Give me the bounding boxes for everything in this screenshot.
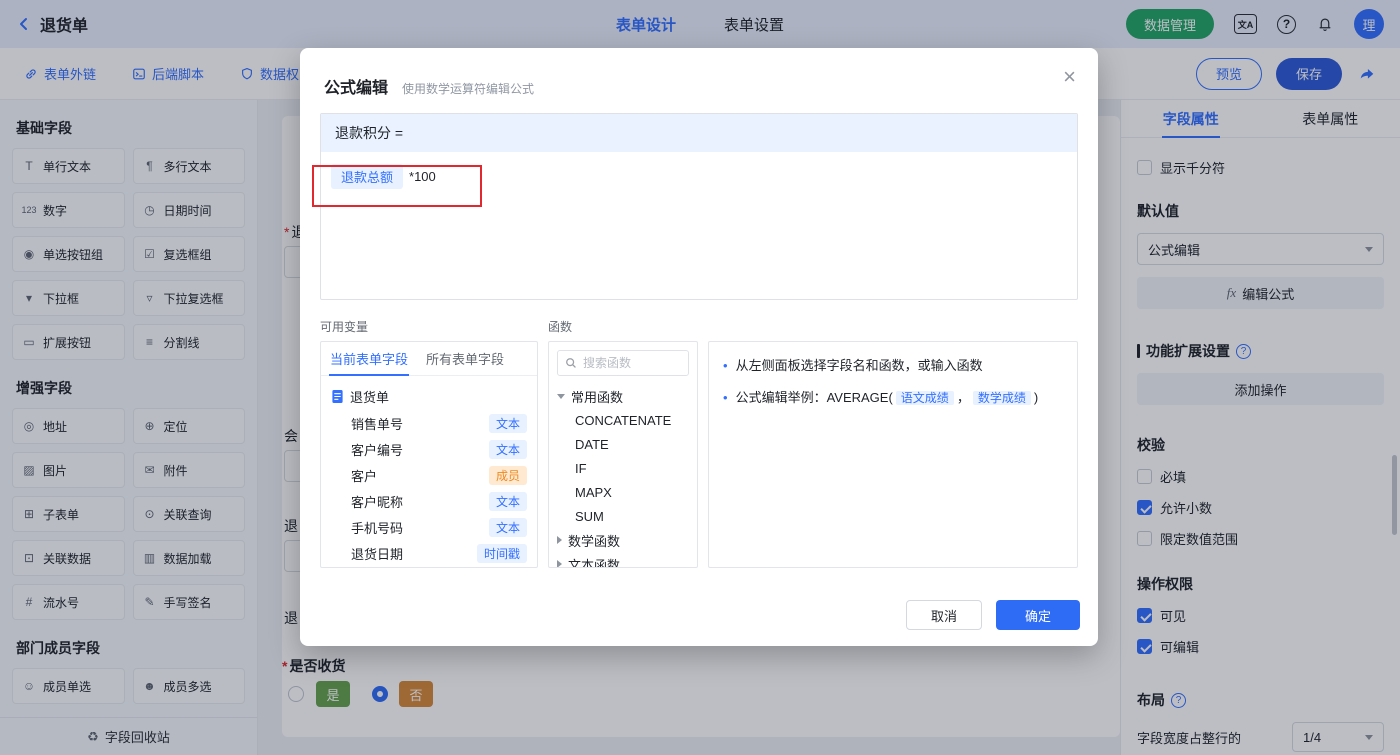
function-item-concatenate[interactable]: CONCATENATE <box>557 408 689 432</box>
example-comma: ， <box>956 390 970 405</box>
variable-row-customer-no[interactable]: 客户编号 文本 <box>331 436 527 462</box>
functions-title: 函数 <box>548 320 573 334</box>
formula-rest-text: *100 <box>409 169 436 184</box>
variable-name: 客户昵称 <box>351 494 404 510</box>
formula-target: 退款积分 = <box>321 114 1077 152</box>
function-group-label: 文本函数 <box>568 557 621 568</box>
function-group-math[interactable]: 数学函数 <box>557 528 689 552</box>
variable-name: 退货日期 <box>351 546 404 562</box>
tab-current-form-fields[interactable]: 当前表单字段 <box>321 342 417 376</box>
example-prefix: 公式编辑举例：AVERAGE( <box>735 390 893 405</box>
variable-row-phone-number[interactable]: 手机号码 文本 <box>331 514 527 540</box>
variables-title: 可用变量 <box>320 320 369 334</box>
function-group-label: 数学函数 <box>568 533 621 549</box>
field-chip-refund-total[interactable]: 退款总额 <box>331 164 404 189</box>
variable-name: 手机号码 <box>351 520 404 536</box>
example-field-chip[interactable]: 语文成绩 <box>895 391 954 405</box>
formula-edit-modal: 公式编辑 使用数学运算符编辑公式 × 退款积分 = 退款总额 *100 可用变量… <box>300 48 1098 646</box>
function-item-sum[interactable]: SUM <box>557 504 689 528</box>
document-icon <box>331 389 344 404</box>
variable-name: 客户 <box>351 468 378 484</box>
functions-panel: 常用函数 CONCATENATE DATE IF MAPX SUM 数学函数 文… <box>548 341 698 568</box>
variables-panel: 当前表单字段 所有表单字段 退货单 销售单号 文本 客户编号 文本 客户 成员 客户昵… <box>320 341 538 568</box>
example-field-chip[interactable]: 数学成绩 <box>972 391 1031 405</box>
help-tip-text: 从左侧面板选择字段名和函数，或输入函数 <box>735 358 983 373</box>
formula-help-panel: • 从左侧面板选择字段名和函数，或输入函数 • 公式编辑举例：AVERAGE(语… <box>708 341 1078 568</box>
variable-row-sales-order-no[interactable]: 销售单号 文本 <box>331 410 527 436</box>
formula-editor[interactable]: 退款积分 = 退款总额 *100 <box>320 113 1078 300</box>
chevron-right-icon <box>557 560 562 567</box>
close-icon[interactable]: × <box>1063 66 1076 88</box>
cancel-button[interactable]: 取消 <box>906 600 982 630</box>
function-item-if[interactable]: IF <box>557 456 689 480</box>
formula-expression[interactable]: 退款总额 *100 <box>321 152 1077 201</box>
variable-row-return-date[interactable]: 退货日期 时间戳 <box>331 540 527 566</box>
bullet-icon: • <box>723 358 728 373</box>
help-tip-text: 公式编辑举例：AVERAGE(语文成绩，数学成绩) <box>735 388 1039 408</box>
example-suffix: ) <box>1033 390 1039 405</box>
variable-name: 客户编号 <box>351 442 404 458</box>
type-badge-text: 文本 <box>488 413 527 433</box>
variable-row-customer[interactable]: 客户 成员 <box>331 462 527 488</box>
form-node-return-order[interactable]: 退货单 <box>331 382 527 410</box>
function-item-date[interactable]: DATE <box>557 432 689 456</box>
function-item-mapx[interactable]: MAPX <box>557 480 689 504</box>
function-search-box[interactable] <box>557 350 689 376</box>
help-tip-1: • 从左侧面板选择字段名和函数，或输入函数 <box>723 356 1063 376</box>
type-badge-member: 成员 <box>488 465 527 485</box>
help-tip-2: • 公式编辑举例：AVERAGE(语文成绩，数学成绩) <box>723 388 1063 408</box>
modal-subtitle: 使用数学运算符编辑公式 <box>402 82 535 96</box>
function-group-common[interactable]: 常用函数 <box>557 384 689 408</box>
confirm-button[interactable]: 确定 <box>996 600 1080 630</box>
search-icon <box>565 357 577 369</box>
column-labels: 可用变量 函数 <box>320 318 1078 335</box>
tab-all-form-fields[interactable]: 所有表单字段 <box>417 342 513 375</box>
bullet-icon: • <box>723 390 728 405</box>
function-search-input[interactable] <box>583 356 681 370</box>
chevron-down-icon <box>557 393 565 399</box>
modal-title: 公式编辑 <box>324 80 389 97</box>
function-group-text[interactable]: 文本函数 <box>557 552 689 568</box>
variable-row-customer-nickname[interactable]: 客户昵称 文本 <box>331 488 527 514</box>
type-badge-text: 文本 <box>488 491 527 511</box>
function-group-label: 常用函数 <box>571 389 624 405</box>
variable-name: 销售单号 <box>351 416 404 432</box>
type-badge-text: 文本 <box>488 439 527 459</box>
modal-header: 公式编辑 使用数学运算符编辑公式 <box>300 48 1098 98</box>
type-badge-text: 文本 <box>488 517 527 537</box>
type-badge-timestamp: 时间戳 <box>476 543 527 563</box>
chevron-right-icon <box>557 536 562 544</box>
form-node-label: 退货单 <box>350 389 390 405</box>
